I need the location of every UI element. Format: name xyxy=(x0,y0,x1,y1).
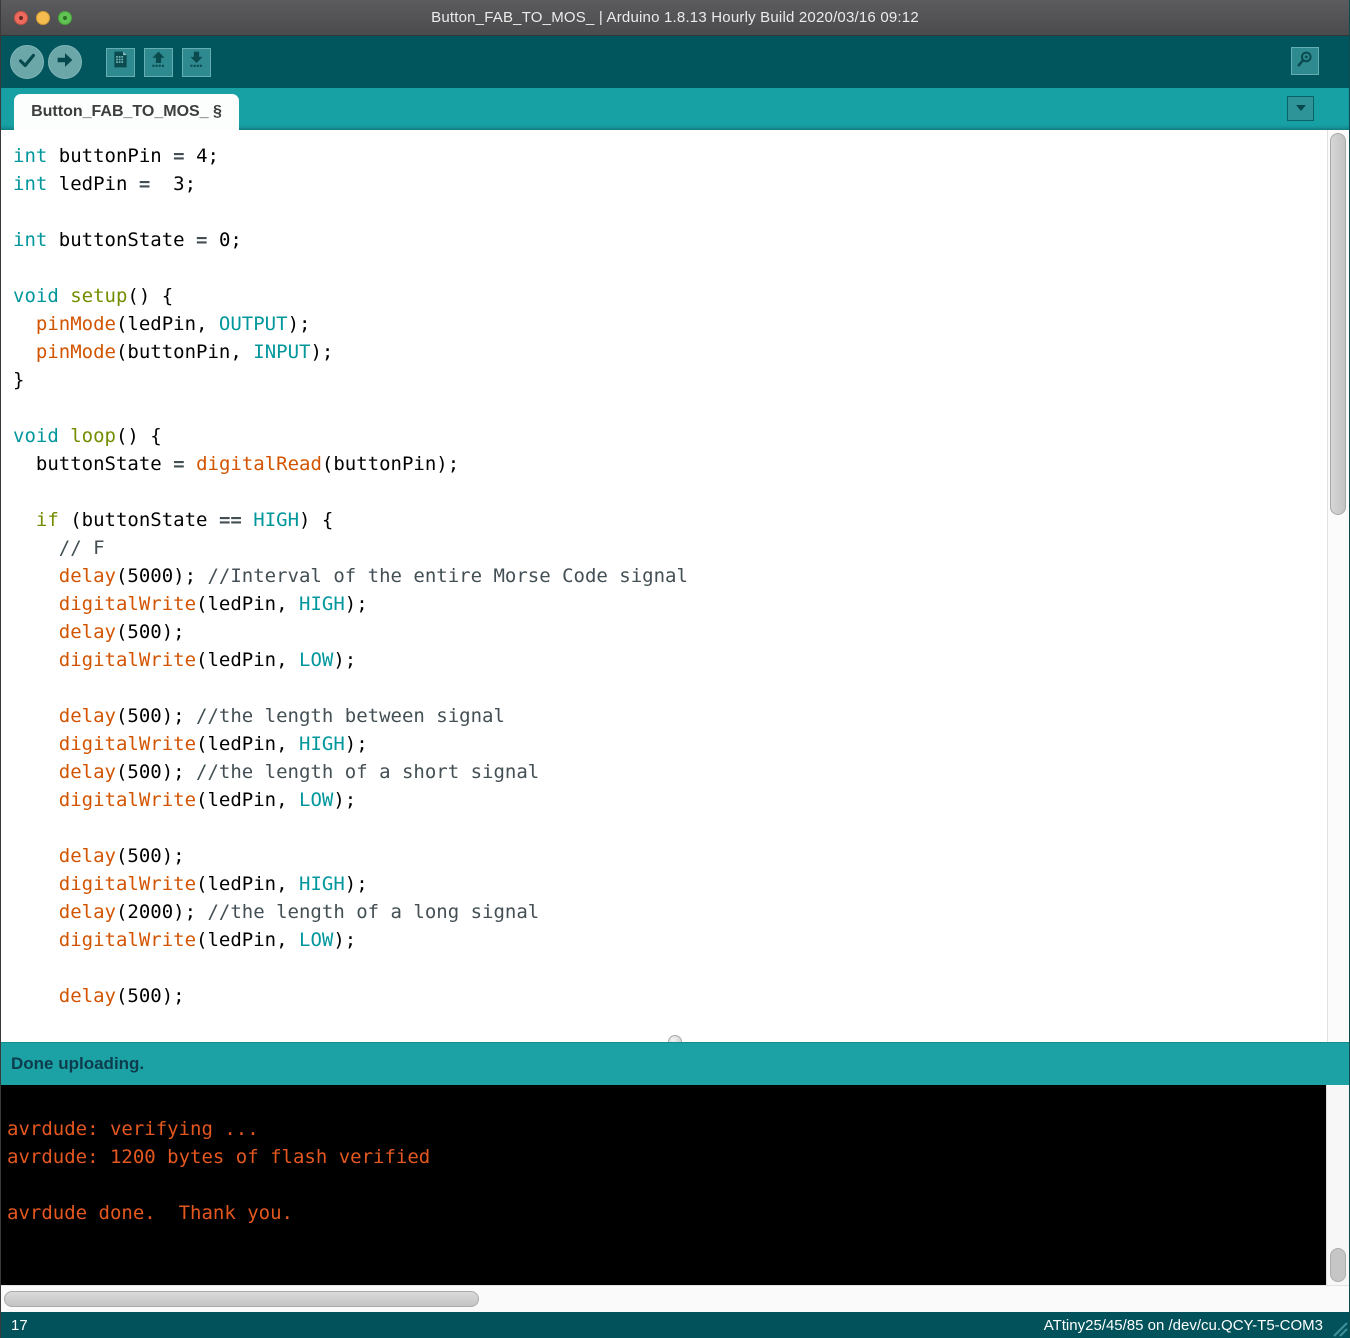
console-scrollbar-track[interactable] xyxy=(1326,1085,1349,1285)
code-line: delay(500); //the length between signal xyxy=(58,705,505,727)
minimize-button[interactable] xyxy=(36,11,50,25)
window-title: Button_FAB_TO_MOS_ | Arduino 1.8.13 Hour… xyxy=(431,9,919,26)
arrow-up-icon xyxy=(148,49,169,75)
code-line: delay(2000); //the length of a long sign… xyxy=(58,901,540,923)
arduino-ide-window: Button_FAB_TO_MOS_ | Arduino 1.8.13 Hour… xyxy=(0,0,1350,1338)
tab-list-dropdown-button[interactable] xyxy=(1287,96,1314,121)
code-line: digitalWrite(ledPin, HIGH); xyxy=(58,733,368,755)
close-button[interactable] xyxy=(14,11,28,25)
document-icon xyxy=(110,49,131,75)
traffic-lights xyxy=(14,0,72,36)
editor-pane: int buttonPin = 4; int ledPin = 3; int bu… xyxy=(1,130,1349,1042)
tab-label: Button_FAB_TO_MOS_ § xyxy=(31,103,222,120)
code-area[interactable]: int buttonPin = 4; int ledPin = 3; int bu… xyxy=(1,130,1327,1042)
open-button[interactable] xyxy=(144,47,173,77)
status-message: Done uploading. xyxy=(11,1054,145,1073)
code-line: pinMode(ledPin, OUTPUT); xyxy=(35,313,311,335)
code-line: delay(500); xyxy=(58,621,185,643)
horizontal-scrollbar-thumb[interactable] xyxy=(4,1291,479,1307)
code-line: if (buttonState == HIGH) { xyxy=(35,509,334,531)
code-line: } xyxy=(13,369,25,391)
resize-grip-icon[interactable] xyxy=(1326,1315,1348,1337)
code-line: digitalWrite(ledPin, HIGH); xyxy=(58,873,368,895)
code-line: pinMode(buttonPin, INPUT); xyxy=(35,341,334,363)
chevron-down-icon xyxy=(1294,100,1308,118)
code-line: int buttonPin = 4; xyxy=(13,145,219,167)
code-line: delay(500); //the length of a short sign… xyxy=(58,761,540,783)
upload-button[interactable] xyxy=(48,45,82,79)
toolbar xyxy=(1,36,1349,88)
code-line: // F xyxy=(58,537,105,559)
code-line: digitalWrite(ledPin, LOW); xyxy=(58,649,357,671)
code-line: digitalWrite(ledPin, LOW); xyxy=(58,789,357,811)
code-line: void setup() { xyxy=(13,285,174,307)
console-scrollbar-thumb[interactable] xyxy=(1330,1248,1346,1282)
splitter-grip[interactable] xyxy=(668,1035,682,1042)
console-line: avrdude: 1200 bytes of flash verified xyxy=(7,1146,431,1168)
code-line: digitalWrite(ledPin, HIGH); xyxy=(58,593,368,615)
tab-strip: Button_FAB_TO_MOS_ § xyxy=(1,88,1349,130)
verify-button[interactable] xyxy=(10,45,44,79)
save-button[interactable] xyxy=(182,47,211,77)
code-line: delay(5000); //Interval of the entire Mo… xyxy=(58,565,688,587)
board-port-info: ATtiny25/45/85 on /dev/cu.QCY-T5-COM3 xyxy=(1043,1316,1323,1334)
arrow-right-icon xyxy=(54,49,76,76)
code-line: delay(500); xyxy=(58,985,185,1007)
editor-scrollbar-thumb[interactable] xyxy=(1330,133,1346,515)
console-line: avrdude done. Thank you. xyxy=(7,1202,293,1224)
zoom-button[interactable] xyxy=(58,11,72,25)
console-output: avrdude: verifying ... avrdude: 1200 byte… xyxy=(1,1085,1326,1285)
serial-monitor-button[interactable] xyxy=(1291,47,1319,75)
code-line: int ledPin = 3; xyxy=(13,173,197,195)
code-line: digitalWrite(ledPin, LOW); xyxy=(58,929,357,951)
horizontal-scrollbar-track[interactable] xyxy=(1,1285,1349,1312)
current-line-number: 17 xyxy=(11,1316,28,1334)
console-line: avrdude: verifying ... xyxy=(7,1118,259,1140)
close-icon xyxy=(19,16,23,20)
magnifier-icon xyxy=(1295,49,1315,74)
new-sketch-button[interactable] xyxy=(106,47,135,77)
editor-scrollbar-track[interactable] xyxy=(1327,130,1349,1042)
footer-status-bar: 17 ATtiny25/45/85 on /dev/cu.QCY-T5-COM3 xyxy=(1,1312,1349,1338)
code-line: int buttonState = 0; xyxy=(13,229,242,251)
title-bar: Button_FAB_TO_MOS_ | Arduino 1.8.13 Hour… xyxy=(1,0,1349,36)
console: avrdude: verifying ... avrdude: 1200 byte… xyxy=(1,1085,1349,1285)
code-line: buttonState = digitalRead(buttonPin); xyxy=(13,453,460,475)
check-icon xyxy=(16,49,38,76)
zoom-icon xyxy=(63,16,67,20)
status-bar: Done uploading. xyxy=(1,1042,1349,1085)
code-line: delay(500); xyxy=(58,845,185,867)
tab-button-fab-to-mos[interactable]: Button_FAB_TO_MOS_ § xyxy=(14,94,239,130)
arrow-down-icon xyxy=(186,49,207,75)
code-line: void loop() { xyxy=(13,425,162,447)
